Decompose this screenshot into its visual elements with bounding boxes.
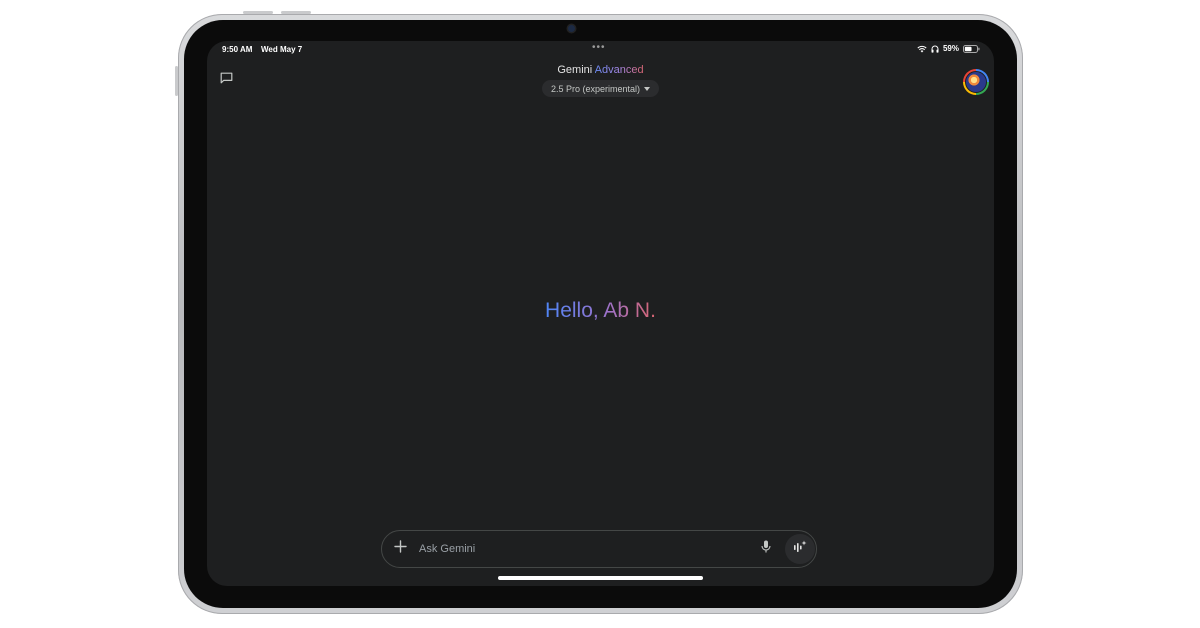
home-indicator[interactable]	[498, 576, 703, 580]
multitask-dots[interactable]: •••	[592, 43, 606, 53]
title-advanced: Advanced	[594, 64, 644, 76]
gemini-live-button[interactable]	[785, 534, 815, 564]
battery-icon	[963, 44, 980, 53]
mic-icon	[761, 540, 771, 558]
status-time: 9:50 AM	[222, 45, 253, 54]
wifi-icon	[917, 45, 927, 53]
greeting-text: Hello, Ab N.	[545, 299, 656, 322]
status-bar: 9:50 AM Wed May 7 ••• 59%	[207, 41, 994, 59]
gemini-screen: 9:50 AM Wed May 7 ••• 59% Gemini Advance…	[207, 41, 994, 586]
app-title: Gemini Advanced	[207, 64, 994, 76]
top-button	[175, 66, 178, 96]
title-gemini: Gemini	[557, 64, 593, 76]
volume-down-button	[281, 11, 311, 14]
model-selector[interactable]: 2.5 Pro (experimental)	[542, 80, 659, 97]
front-camera	[568, 25, 575, 32]
prompt-composer	[381, 530, 817, 568]
volume-up-button	[243, 11, 273, 14]
avatar[interactable]	[963, 69, 989, 95]
add-attachment-button[interactable]	[390, 539, 410, 559]
microphone-button[interactable]	[756, 539, 776, 559]
greeting: Hello, Ab N.	[207, 299, 994, 323]
model-label: 2.5 Pro (experimental)	[550, 83, 641, 94]
ask-gemini-input[interactable]	[419, 540, 739, 558]
headphones-icon	[931, 45, 939, 53]
battery-percent: 59%	[942, 44, 959, 53]
caret-down-icon	[644, 86, 651, 91]
status-right-group: 59%	[917, 44, 980, 53]
status-date: Wed May 7	[261, 45, 303, 54]
plus-icon	[393, 540, 407, 558]
avatar-image	[965, 71, 987, 93]
gemini-live-icon	[793, 540, 807, 558]
